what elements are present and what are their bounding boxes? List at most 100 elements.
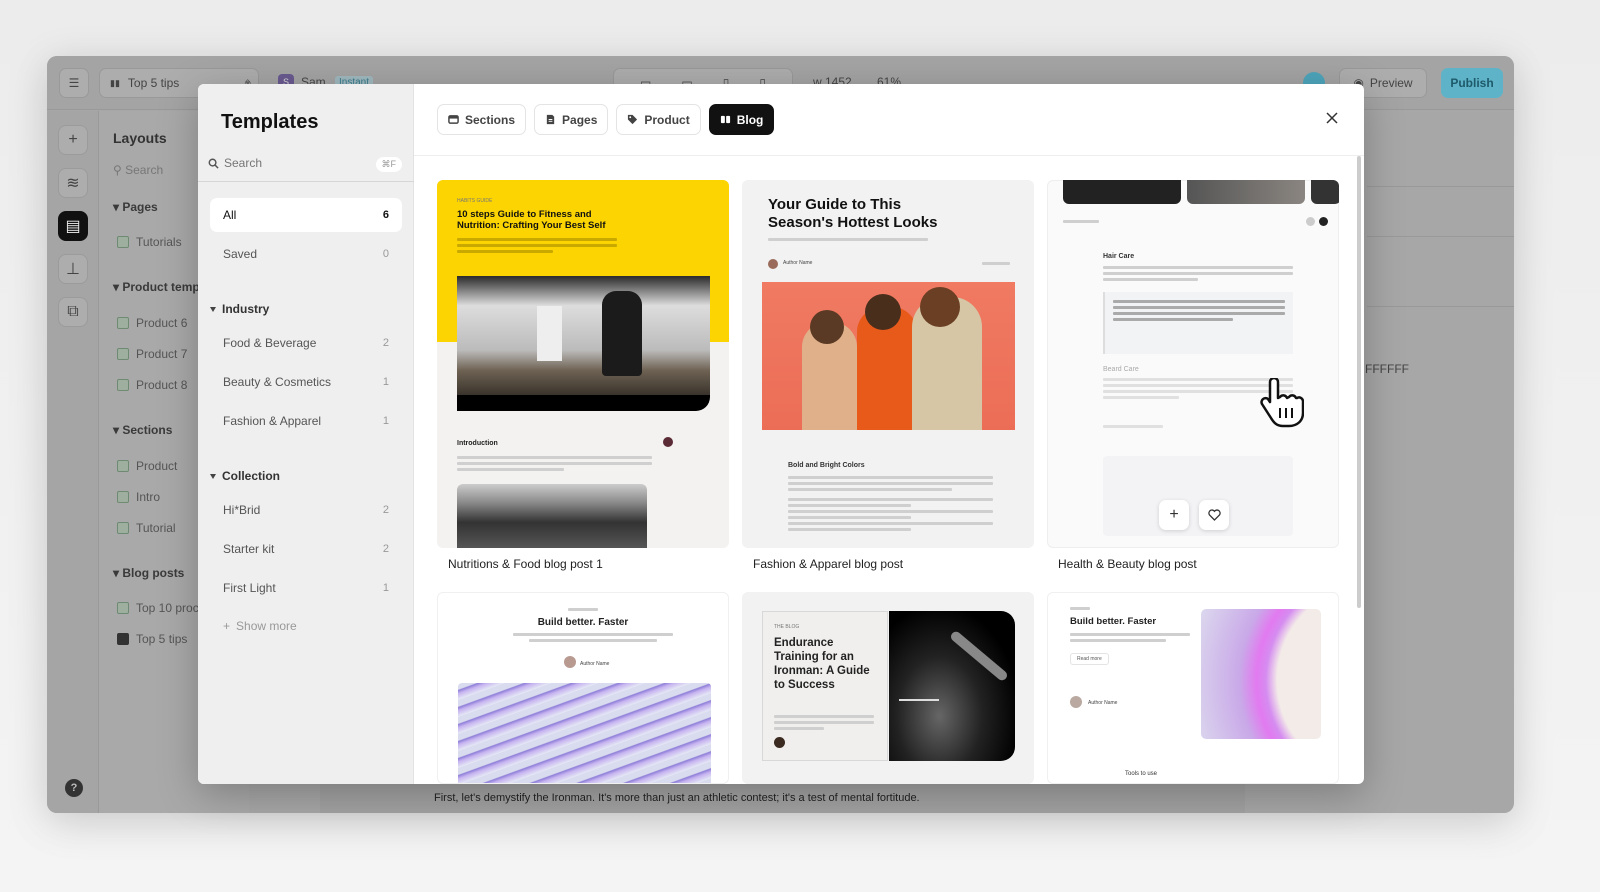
section-title: Hair Care bbox=[1103, 253, 1135, 260]
author-name: Author Name bbox=[580, 661, 610, 667]
author-avatar bbox=[774, 737, 785, 748]
author-avatar bbox=[663, 437, 673, 447]
help-icon[interactable]: ? bbox=[65, 779, 83, 797]
templates-search[interactable]: ⌘F bbox=[198, 148, 414, 182]
canvas-text[interactable]: First, let's demystify the Ironman. It's… bbox=[434, 792, 920, 804]
filter-collection-item[interactable]: First Light 1 bbox=[210, 571, 402, 605]
excerpt bbox=[768, 238, 928, 244]
layers-icon[interactable]: ≋ bbox=[58, 168, 88, 198]
blog-icon bbox=[117, 602, 129, 614]
industry-group-toggle[interactable]: Industry bbox=[210, 302, 269, 316]
subheading bbox=[1103, 425, 1163, 431]
heart-icon bbox=[1207, 509, 1221, 521]
add-icon[interactable]: + bbox=[58, 125, 88, 155]
layouts-group-product[interactable]: ▾ Product temp bbox=[113, 280, 200, 294]
kicker bbox=[1070, 607, 1090, 613]
search-input[interactable] bbox=[224, 156, 364, 170]
tab-pages[interactable]: Pages bbox=[534, 104, 609, 135]
blog-icon bbox=[117, 633, 129, 645]
read-more-button[interactable]: Read more bbox=[1070, 653, 1109, 665]
template-thumbnail[interactable]: Hair Care Beard Care + bbox=[1047, 180, 1339, 548]
layouts-item[interactable]: Tutorial bbox=[117, 521, 176, 535]
layouts-group-blog[interactable]: ▾ Blog posts bbox=[113, 566, 184, 580]
template-thumbnail[interactable]: HABITS GUIDE 10 steps Guide to Fitness a… bbox=[437, 180, 729, 548]
collection-group-toggle[interactable]: Collection bbox=[210, 469, 280, 483]
filter-industry-item[interactable]: Food & Beverage 2 bbox=[210, 326, 402, 360]
show-more-button[interactable]: + Show more bbox=[223, 619, 297, 633]
card-headline: Build better. Faster bbox=[1070, 616, 1157, 627]
gallery-image bbox=[1311, 180, 1339, 204]
quote-block bbox=[1103, 292, 1293, 354]
save-template-button[interactable] bbox=[1199, 500, 1229, 530]
publish-button[interactable]: Publish bbox=[1441, 68, 1503, 98]
add-template-button[interactable]: + bbox=[1159, 500, 1189, 530]
header-divider bbox=[414, 155, 1364, 156]
hamburger-icon[interactable]: ☰ bbox=[59, 68, 89, 98]
layouts-search[interactable]: ⚲ Search bbox=[113, 163, 163, 177]
product-icon bbox=[117, 379, 129, 391]
pages-icon[interactable]: ▤ bbox=[58, 211, 88, 241]
template-thumbnail[interactable]: Build better. Faster Author Name bbox=[437, 592, 729, 784]
excerpt bbox=[788, 476, 993, 534]
layouts-item[interactable]: Intro bbox=[117, 490, 160, 504]
layouts-item[interactable]: Product bbox=[117, 459, 177, 473]
card-title: Health & Beauty blog post bbox=[1058, 557, 1197, 571]
color-value[interactable]: FFFFFF bbox=[1365, 362, 1409, 376]
layouts-item[interactable]: Tutorials bbox=[117, 235, 182, 249]
excerpt bbox=[1103, 266, 1293, 284]
search-icon bbox=[208, 158, 219, 169]
stamp-icon[interactable]: ⊥ bbox=[58, 254, 88, 284]
layouts-group-sections[interactable]: ▾ Sections bbox=[113, 423, 172, 437]
layouts-item[interactable]: Product 7 bbox=[117, 347, 187, 361]
section-icon bbox=[117, 491, 129, 503]
layouts-item[interactable]: Product 6 bbox=[117, 316, 187, 330]
scrollbar[interactable] bbox=[1357, 156, 1361, 608]
templates-main: Sections Pages Product Blog HABITS GUIDE bbox=[414, 84, 1364, 784]
shortcut-hint: ⌘F bbox=[375, 157, 402, 172]
tag-icon bbox=[628, 114, 638, 125]
kicker bbox=[568, 608, 598, 614]
divider bbox=[1367, 306, 1514, 307]
filter-collection-item[interactable]: Starter kit 2 bbox=[210, 532, 402, 566]
hero-image bbox=[458, 683, 711, 783]
filter-collection-item[interactable]: Hi*Brid 2 bbox=[210, 493, 402, 527]
tab-blog[interactable]: Blog bbox=[708, 104, 775, 135]
section-icon bbox=[117, 522, 129, 534]
product-icon bbox=[117, 317, 129, 329]
template-thumbnail[interactable]: Build better. Faster Read more Author Na… bbox=[1047, 592, 1339, 784]
excerpt bbox=[513, 633, 673, 645]
post-date bbox=[1063, 220, 1099, 226]
page-icon bbox=[546, 114, 555, 125]
tab-sections[interactable]: Sections bbox=[437, 104, 527, 135]
tab-product[interactable]: Product bbox=[616, 104, 701, 135]
layouts-item[interactable]: Product 8 bbox=[117, 378, 187, 392]
author-name: Author Name bbox=[1088, 700, 1118, 706]
filter-all[interactable]: All 6 bbox=[210, 198, 402, 232]
template-thumbnail[interactable]: Your Guide to This Season's Hottest Look… bbox=[742, 180, 1034, 548]
filter-industry-item[interactable]: Beauty & Cosmetics 1 bbox=[210, 365, 402, 399]
carousel-dot[interactable] bbox=[1319, 217, 1328, 226]
media-icon[interactable]: ⧉ bbox=[58, 297, 88, 327]
card-title: Nutritions & Food blog post 1 bbox=[448, 557, 603, 571]
section-title: Bold and Bright Colors bbox=[788, 462, 865, 469]
close-icon[interactable] bbox=[1324, 110, 1340, 126]
layouts-item[interactable]: Top 5 tips bbox=[117, 632, 187, 646]
gallery-image bbox=[1063, 180, 1181, 204]
layouts-group-pages[interactable]: ▾ Pages bbox=[113, 200, 158, 214]
card-headline: Build better. Faster bbox=[537, 617, 629, 628]
plus-icon: + bbox=[1169, 506, 1179, 523]
gallery-image bbox=[1187, 180, 1305, 204]
hero-image bbox=[1201, 609, 1321, 739]
excerpt bbox=[457, 456, 652, 474]
icon-rail: + ≋ ▤ ⊥ ⧉ ? bbox=[47, 111, 99, 813]
filter-saved[interactable]: Saved 0 bbox=[210, 237, 402, 271]
modal-title: Templates bbox=[221, 111, 319, 133]
card-headline: Your Guide to This Season's Hottest Look… bbox=[768, 196, 938, 231]
hero-image bbox=[457, 276, 710, 411]
filter-industry-item[interactable]: Fashion & Apparel 1 bbox=[210, 404, 402, 438]
blog-icon bbox=[720, 115, 730, 124]
carousel-dot[interactable] bbox=[1306, 217, 1315, 226]
crowd-image bbox=[457, 484, 647, 548]
layouts-item[interactable]: Top 10 proc bbox=[117, 601, 199, 615]
template-thumbnail[interactable]: THE BLOG Endurance Training for an Ironm… bbox=[742, 592, 1034, 784]
